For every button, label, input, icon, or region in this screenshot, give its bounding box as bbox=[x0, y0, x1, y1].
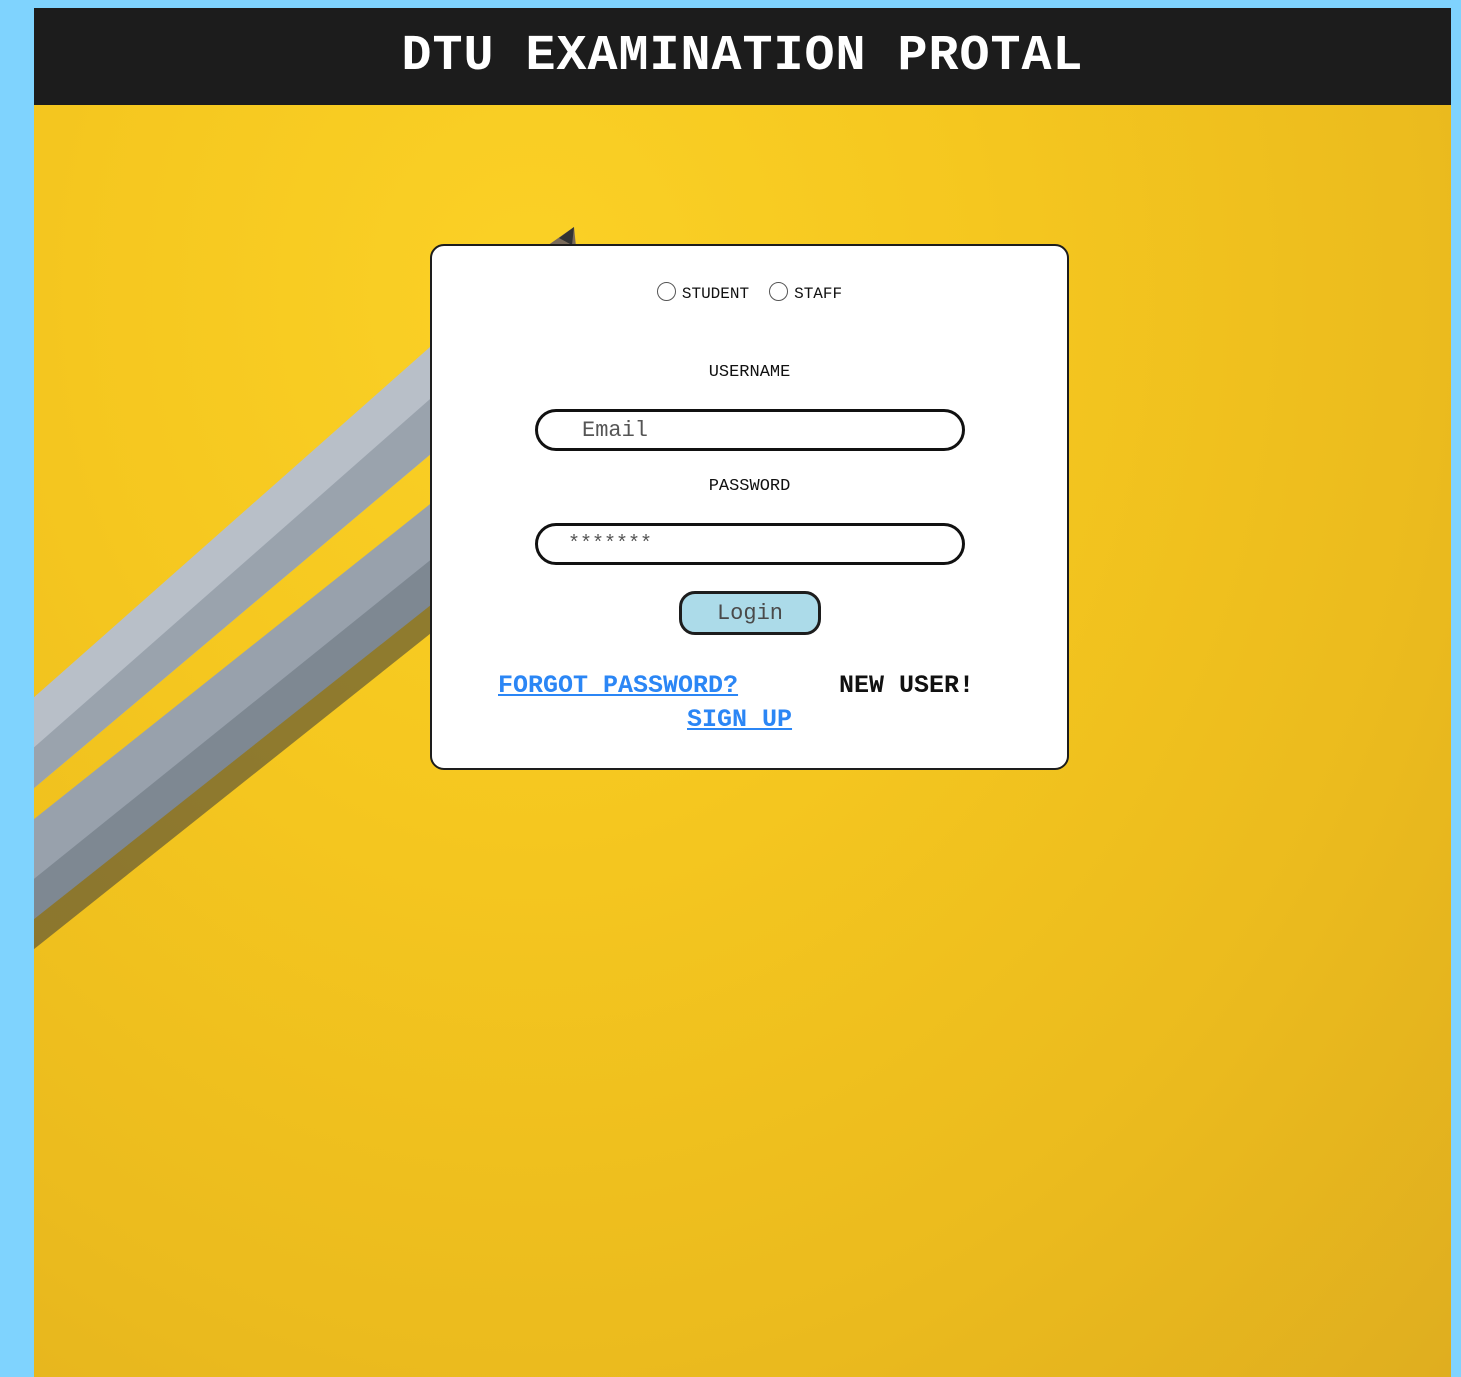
password-label: PASSWORD bbox=[708, 477, 791, 496]
radio-button-staff[interactable] bbox=[769, 282, 789, 301]
login-card: STUDENT STAFF USERNAME Email PASSWORD **… bbox=[430, 244, 1069, 770]
radio-student[interactable]: STUDENT bbox=[656, 282, 750, 303]
sign-up-link[interactable]: SIGN UP bbox=[687, 705, 792, 734]
page-header: DTU EXAMINATION PROTAL bbox=[34, 8, 1451, 105]
new-user-text: NEW USER! bbox=[839, 671, 975, 700]
password-field[interactable]: ******* bbox=[535, 523, 965, 565]
radio-label-staff: STAFF bbox=[794, 285, 843, 303]
email-placeholder: Email bbox=[582, 417, 649, 443]
forgot-password-link[interactable]: FORGOT PASSWORD? bbox=[498, 671, 738, 700]
page-frame: DTU EXAMINATION PROTAL STUDENT STAFF USE… bbox=[34, 8, 1451, 1377]
username-label: USERNAME bbox=[708, 363, 791, 382]
page-title: DTU EXAMINATION PROTAL bbox=[401, 28, 1084, 85]
radio-staff[interactable]: STAFF bbox=[769, 282, 842, 303]
email-field[interactable]: Email bbox=[535, 409, 965, 451]
role-selector: STUDENT STAFF bbox=[432, 282, 1067, 303]
login-button[interactable]: Login bbox=[679, 591, 821, 635]
radio-button-student[interactable] bbox=[656, 282, 676, 301]
radio-label-student: STUDENT bbox=[681, 285, 750, 303]
password-value: ******* bbox=[568, 532, 653, 556]
